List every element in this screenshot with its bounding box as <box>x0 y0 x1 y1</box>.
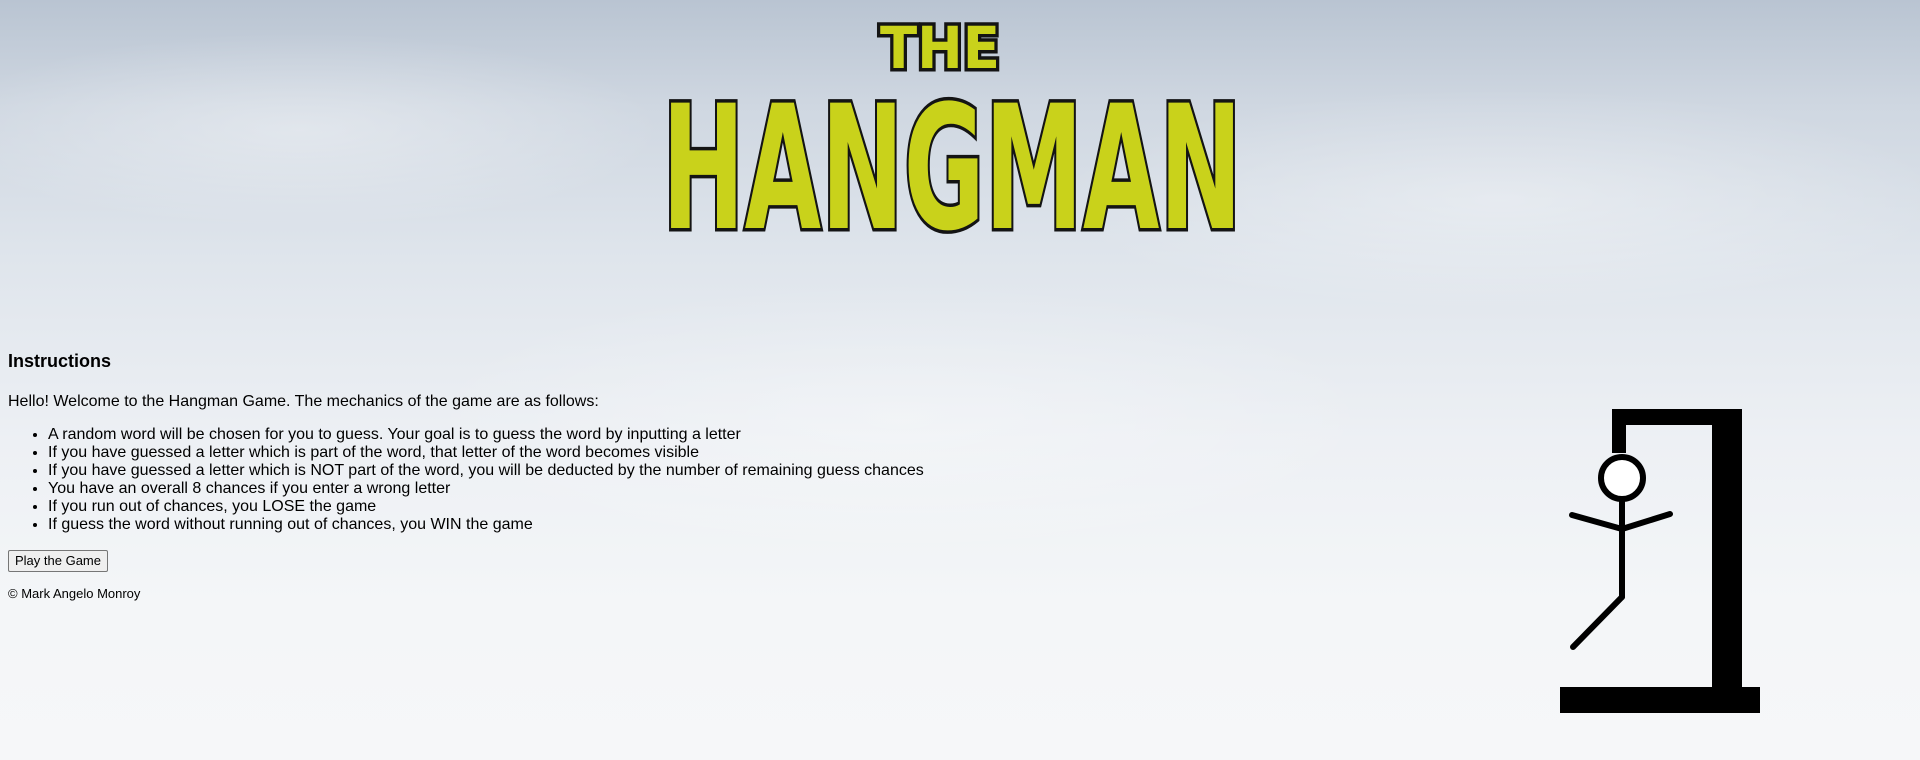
rules-list: A random word will be chosen for you to … <box>8 426 1008 534</box>
stickman-head <box>1598 454 1646 502</box>
instructions-heading: Instructions <box>8 351 112 371</box>
instructions-section: Instructions Hello! Welcome to the Hangm… <box>8 350 1008 601</box>
stickman-left-leg <box>1570 594 1625 650</box>
rule-item: If you have guessed a letter which is NO… <box>48 462 1008 480</box>
copyright-text: © Mark Angelo Monroy <box>8 586 141 601</box>
gallows-beam <box>1612 409 1742 425</box>
rule-item: If you have guessed a letter which is pa… <box>48 444 1008 462</box>
hangman-logo: THE HANGMAN <box>659 11 1246 265</box>
rule-item: If guess the word without running out of… <box>48 516 1008 534</box>
play-game-button[interactable]: Play the Game <box>8 550 108 572</box>
gallows-rope <box>1612 409 1626 453</box>
stickman-left-arm <box>1569 512 1625 532</box>
gallows-post <box>1712 409 1742 689</box>
logo-line-hangman: HANGMAN <box>662 68 1242 264</box>
stickman-right-arm <box>1619 511 1673 532</box>
rule-item: A random word will be chosen for you to … <box>48 426 1008 444</box>
gallows-base <box>1560 687 1760 713</box>
hangman-figure <box>1560 409 1760 713</box>
instructions-intro: Hello! Welcome to the Hangman Game. The … <box>8 393 599 410</box>
rule-item: You have an overall 8 chances if you ent… <box>48 480 1008 498</box>
rule-item: If you run out of chances, you LOSE the … <box>48 498 1008 516</box>
